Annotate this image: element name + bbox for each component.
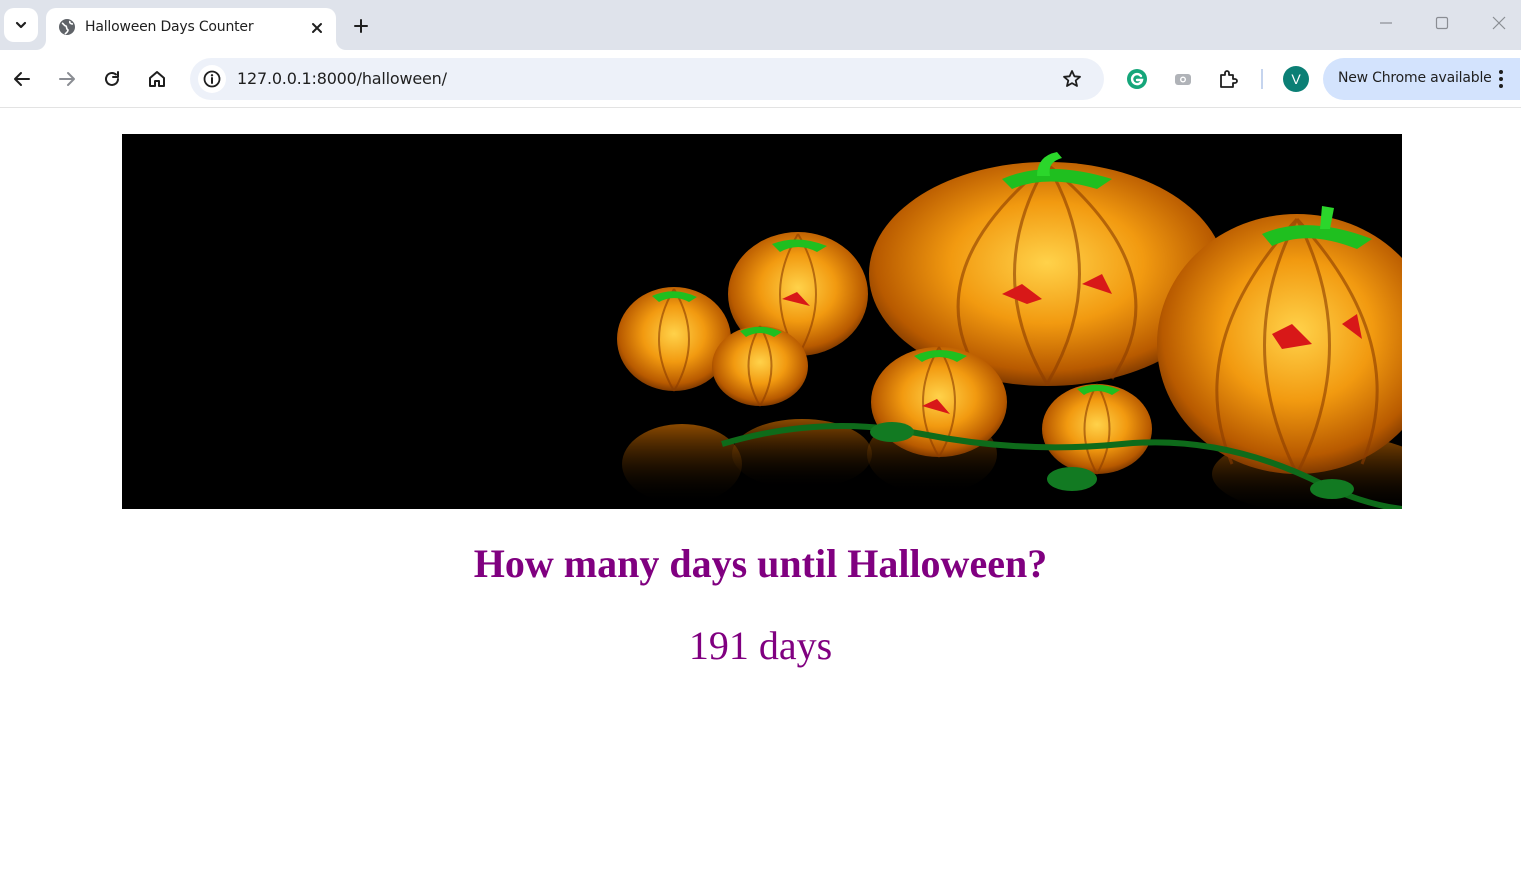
forward-button[interactable] bbox=[50, 62, 84, 96]
screen-capture-extension-button[interactable] bbox=[1166, 62, 1200, 96]
star-icon bbox=[1063, 70, 1081, 87]
minimize-icon bbox=[1380, 22, 1392, 24]
days-remaining-text: 191 days bbox=[688, 623, 833, 668]
globe-icon bbox=[59, 19, 75, 35]
halloween-banner-image bbox=[122, 134, 1402, 509]
tab-title: Halloween Days Counter bbox=[85, 19, 254, 35]
tab-search-button[interactable] bbox=[4, 8, 38, 42]
toolbar-divider bbox=[1261, 69, 1263, 89]
home-button[interactable] bbox=[140, 62, 174, 96]
close-icon bbox=[1492, 16, 1506, 30]
home-icon bbox=[149, 71, 165, 87]
back-button[interactable] bbox=[5, 62, 39, 96]
close-icon bbox=[312, 23, 322, 33]
info-icon bbox=[203, 70, 221, 88]
more-menu-icon[interactable] bbox=[1495, 68, 1507, 90]
page-heading: How many days until Halloween? bbox=[473, 541, 1048, 586]
reload-button[interactable] bbox=[95, 62, 129, 96]
tab-close-button[interactable] bbox=[306, 17, 328, 39]
maximize-icon bbox=[1435, 16, 1449, 30]
camera-icon bbox=[1175, 74, 1191, 85]
plus-icon bbox=[354, 19, 368, 33]
address-bar[interactable]: 127.0.0.1:8000/halloween/ bbox=[190, 58, 1104, 100]
active-tab[interactable]: Halloween Days Counter bbox=[46, 8, 336, 50]
url-text[interactable]: 127.0.0.1:8000/halloween/ bbox=[237, 69, 447, 88]
close-window-button[interactable] bbox=[1484, 8, 1514, 38]
pumpkins-illustration bbox=[122, 134, 1402, 509]
reload-icon bbox=[105, 71, 119, 86]
arrow-right-icon bbox=[59, 72, 75, 86]
maximize-button[interactable] bbox=[1427, 8, 1457, 38]
new-tab-button[interactable] bbox=[348, 13, 374, 39]
bookmark-button[interactable] bbox=[1060, 67, 1084, 91]
minimize-button[interactable] bbox=[1371, 8, 1401, 38]
extensions-button[interactable] bbox=[1211, 62, 1245, 96]
tab-strip: Halloween Days Counter bbox=[0, 0, 1521, 50]
chrome-update-button[interactable]: New Chrome available bbox=[1323, 58, 1520, 100]
chrome-update-label: New Chrome available bbox=[1338, 70, 1492, 86]
site-info-button[interactable] bbox=[198, 65, 226, 93]
grammarly-extension-button[interactable] bbox=[1120, 62, 1154, 96]
browser-toolbar: 127.0.0.1:8000/halloween/ V New Chrome a… bbox=[0, 50, 1521, 108]
chevron-down-icon bbox=[15, 21, 27, 29]
grammarly-icon bbox=[1127, 69, 1147, 89]
profile-avatar[interactable]: V bbox=[1283, 66, 1309, 92]
arrow-left-icon bbox=[14, 72, 30, 86]
puzzle-icon bbox=[1220, 70, 1238, 88]
